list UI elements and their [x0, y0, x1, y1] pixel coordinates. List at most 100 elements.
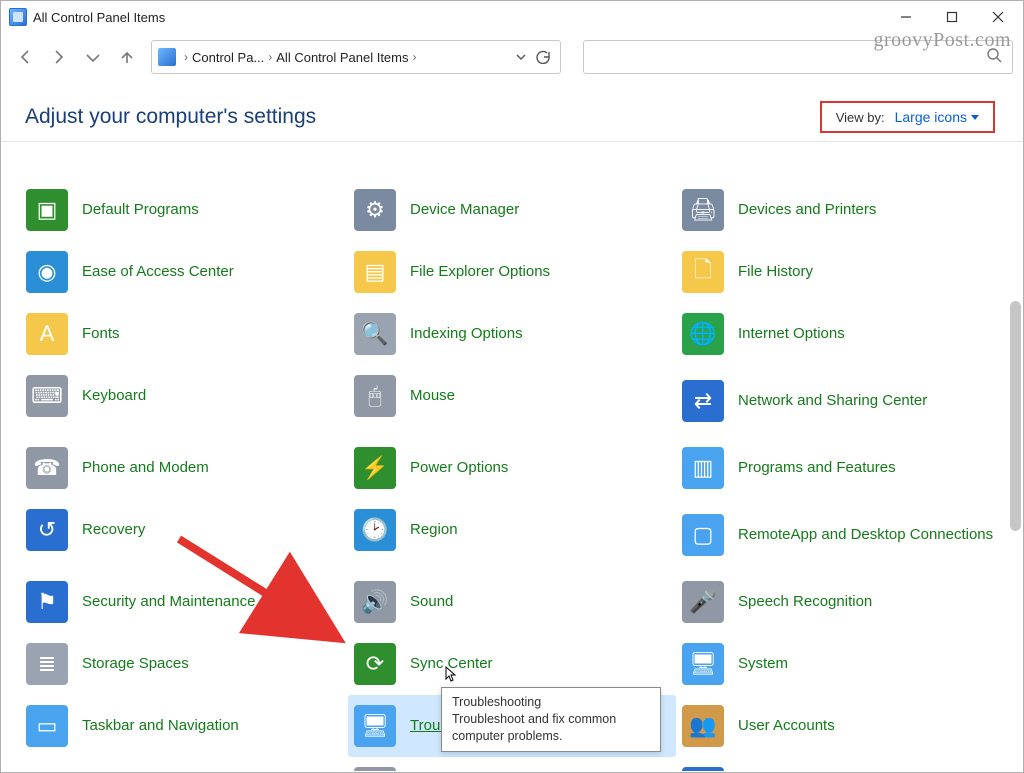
- item-label: User Accounts: [738, 717, 835, 735]
- item-label: RemoteApp and Desktop Connections: [738, 526, 993, 544]
- control-panel-item[interactable]: 🖨 Devices and Printers: [676, 179, 1004, 241]
- control-panel-item[interactable]: ▣Default Programs: [20, 179, 348, 241]
- window-frame: All Control Panel Items › Control Pa... …: [0, 0, 1024, 773]
- control-panel-item[interactable]: 🔍Indexing Options: [348, 303, 676, 365]
- control-panel-item[interactable]: 👥User Accounts: [676, 695, 1004, 757]
- item-label: Keyboard: [82, 387, 146, 405]
- control-panel-item[interactable]: 🗂Work Folders: [676, 757, 1004, 771]
- control-panel-item[interactable]: 🧱Windows Defender Firewall: [20, 757, 348, 771]
- forward-button[interactable]: [45, 43, 73, 71]
- storage-icon: ≣: [26, 643, 68, 685]
- address-dropdown-button[interactable]: [510, 51, 532, 63]
- item-label: Devices and Printers: [738, 201, 876, 219]
- recent-locations-button[interactable]: [79, 43, 107, 71]
- control-panel-item[interactable]: ≣ Storage Spaces: [20, 633, 348, 695]
- region-icon: 🕑: [354, 509, 396, 551]
- mouse-icon: 🖱: [354, 375, 396, 417]
- item-label: Security and Maintenance: [82, 593, 255, 611]
- item-label: Region: [410, 521, 458, 539]
- window-title: All Control Panel Items: [33, 10, 165, 25]
- programs-icon: ▥: [682, 447, 724, 489]
- control-panel-item[interactable]: ▢ RemoteApp and Desktop Connections: [676, 499, 1004, 571]
- control-panel-item[interactable]: 🕑 Region: [348, 499, 676, 561]
- remoteapp-icon: ▢: [682, 514, 724, 556]
- breadcrumb-all-items[interactable]: All Control Panel Items: [276, 50, 408, 65]
- search-icon: [986, 47, 1002, 68]
- control-panel-item[interactable]: ▥ Programs and Features: [676, 437, 1004, 499]
- device-manager-icon: ⚙: [354, 189, 396, 231]
- control-panel-item[interactable]: ⟳Sync Center: [348, 633, 676, 695]
- control-panel-item[interactable]: 🗋File History: [676, 241, 1004, 303]
- control-panel-item[interactable]: 🖥System: [676, 633, 1004, 695]
- caret-down-icon: [971, 115, 979, 120]
- refresh-button[interactable]: [532, 50, 554, 64]
- control-panel-item[interactable]: 🌐Internet Options: [676, 303, 1004, 365]
- keyboard-icon: ⌨: [26, 375, 68, 417]
- item-label: Storage Spaces: [82, 655, 189, 673]
- control-panel-item[interactable]: ⇄Network and Sharing Center: [676, 365, 1004, 437]
- chevron-icon: ›: [268, 50, 272, 64]
- back-button[interactable]: [11, 43, 39, 71]
- item-label: Internet Options: [738, 325, 845, 343]
- work-folders-icon: 🗂: [682, 767, 724, 771]
- windows-tools-icon: ⚙: [354, 767, 396, 771]
- titlebar: All Control Panel Items: [1, 1, 1023, 33]
- control-panel-item[interactable]: 🎤Speech Recognition: [676, 571, 1004, 633]
- item-label: Programs and Features: [738, 459, 896, 477]
- indexing-icon: 🔍: [354, 313, 396, 355]
- viewby-label: View by:: [836, 110, 885, 125]
- control-panel-item[interactable]: 🖱Mouse: [348, 365, 676, 427]
- control-panel-item[interactable]: ⚑ Security and Maintenance: [20, 571, 348, 633]
- control-panel-item[interactable]: AFonts: [20, 303, 348, 365]
- close-button[interactable]: [975, 1, 1021, 33]
- control-panel-item[interactable]: ↺Recovery: [20, 499, 348, 561]
- item-label: Taskbar and Navigation: [82, 717, 239, 735]
- control-panel-icon: [158, 48, 176, 66]
- control-panel-item[interactable]: ▤ File Explorer Options: [348, 241, 676, 303]
- control-panel-icon: [9, 8, 27, 26]
- item-label: File Explorer Options: [410, 263, 550, 281]
- control-panel-item[interactable]: ⌨ Keyboard: [20, 365, 348, 427]
- maximize-button[interactable]: [929, 1, 975, 33]
- item-label: Ease of Access Center: [82, 263, 234, 281]
- devices-printers-icon: 🖨: [682, 189, 724, 231]
- chevron-icon: ›: [413, 50, 417, 64]
- control-panel-item[interactable]: ⚙Windo: [348, 757, 676, 771]
- scrollbar-thumb[interactable]: [1010, 301, 1021, 531]
- file-explorer-icon: ▤: [354, 251, 396, 293]
- nav-arrows: [11, 43, 141, 71]
- power-icon: ⚡: [354, 447, 396, 489]
- control-panel-item[interactable]: 🔊Sound: [348, 571, 676, 633]
- sound-icon: 🔊: [354, 581, 396, 623]
- up-button[interactable]: [113, 43, 141, 71]
- window-buttons: [883, 1, 1021, 33]
- viewby-value: Large icons: [895, 109, 967, 125]
- item-label: Speech Recognition: [738, 593, 872, 611]
- system-icon: 🖥: [682, 643, 724, 685]
- control-panel-item[interactable]: ☎Phone and Modem: [20, 437, 348, 499]
- item-label: Device Manager: [410, 201, 519, 219]
- item-label: Phone and Modem: [82, 459, 209, 477]
- breadcrumb-control-panel[interactable]: Control Pa...: [192, 50, 264, 65]
- tooltip-title: Troubleshooting: [452, 694, 650, 711]
- chevron-icon: ›: [184, 50, 188, 64]
- search-box[interactable]: [583, 40, 1013, 74]
- control-panel-item[interactable]: ◉Ease of Access Center: [20, 241, 348, 303]
- security-icon: ⚑: [26, 581, 68, 623]
- item-label: Power Options: [410, 459, 508, 477]
- scrollbar[interactable]: [1007, 301, 1023, 742]
- address-bar[interactable]: › Control Pa... › All Control Panel Item…: [151, 40, 561, 74]
- fonts-icon: A: [26, 313, 68, 355]
- control-panel-item[interactable]: ▭ Taskbar and Navigation: [20, 695, 348, 757]
- viewby-dropdown[interactable]: Large icons: [895, 109, 979, 125]
- content-area: ▣Default Programs⚙Device Manager🖨Devices…: [2, 179, 1022, 771]
- file-history-icon: 🗋: [682, 251, 724, 293]
- control-panel-item[interactable]: ⚙ Device Manager: [348, 179, 676, 241]
- minimize-button[interactable]: [883, 1, 929, 33]
- item-label: Recovery: [82, 521, 145, 539]
- control-panel-item[interactable]: ⚡ Power Options: [348, 437, 676, 499]
- navigation-row: › Control Pa... › All Control Panel Item…: [1, 33, 1023, 81]
- item-label: Sync Center: [410, 655, 493, 673]
- page-title: Adjust your computer's settings: [25, 105, 316, 129]
- taskbar-icon: ▭: [26, 705, 68, 747]
